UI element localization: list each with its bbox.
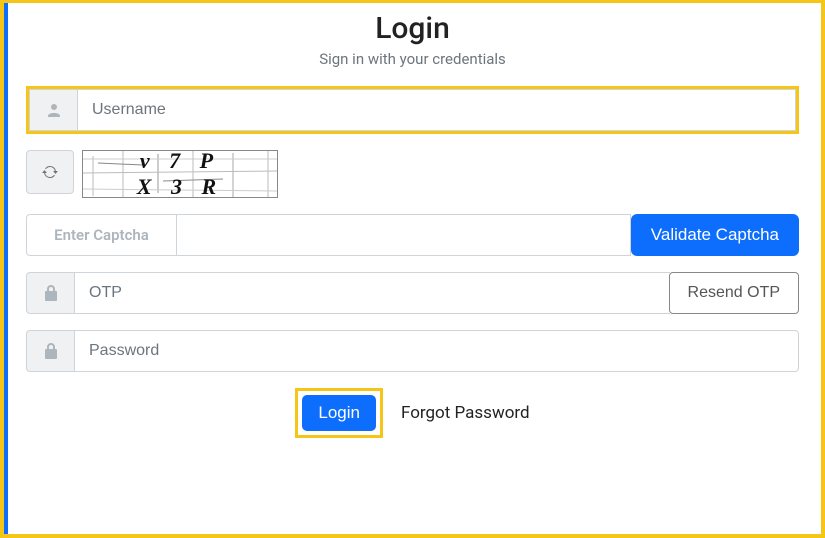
refresh-icon — [42, 164, 58, 180]
username-highlight-frame — [26, 86, 799, 134]
validate-captcha-button[interactable]: Validate Captcha — [631, 214, 799, 256]
page-title: Login — [26, 11, 799, 46]
captcha-text: v 7 P X 3 R — [132, 150, 229, 198]
captcha-image: v 7 P X 3 R — [82, 150, 278, 198]
resend-otp-button[interactable]: Resend OTP — [669, 272, 799, 314]
refresh-captcha-button[interactable] — [26, 150, 74, 194]
login-button[interactable]: Login — [302, 395, 376, 431]
lock-icon — [26, 330, 74, 372]
forgot-password-link[interactable]: Forgot Password — [401, 403, 530, 423]
user-icon — [29, 89, 77, 131]
password-input[interactable] — [74, 330, 799, 372]
page-subtitle: Sign in with your credentials — [26, 50, 799, 68]
enter-captcha-label: Enter Captcha — [26, 214, 176, 256]
login-highlight-frame: Login — [295, 388, 383, 438]
username-input[interactable] — [77, 89, 796, 131]
lock-icon — [26, 272, 74, 314]
captcha-input[interactable] — [176, 214, 631, 256]
otp-input[interactable] — [74, 272, 670, 314]
